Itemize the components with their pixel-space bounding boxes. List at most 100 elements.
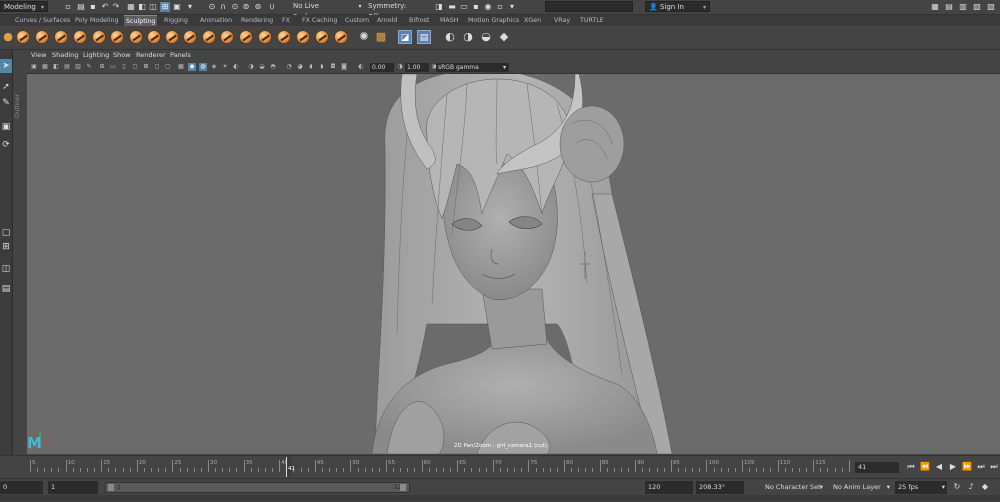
shadows-icon[interactable]: ◐ xyxy=(232,63,240,71)
view-2d-pan-zoom-icon[interactable]: ▥ xyxy=(74,63,82,71)
play-forward-icon[interactable]: ▶ xyxy=(948,462,958,472)
magnet-icon[interactable]: ∪ xyxy=(267,2,277,12)
tab-animation[interactable]: Animation xyxy=(200,15,232,26)
current-frame-field[interactable]: 41 xyxy=(855,462,899,473)
transfer-attributes-icon[interactable]: ▤ xyxy=(417,30,431,44)
textured-icon[interactable]: ◈ xyxy=(210,63,218,71)
loop-icon[interactable]: ↻ xyxy=(952,482,962,492)
four-view-layout-icon[interactable]: ⊞ xyxy=(0,240,12,254)
camera-attributes-icon[interactable]: ▦ xyxy=(41,63,49,71)
safe-title-icon[interactable]: ▢ xyxy=(164,63,172,71)
wireframe-on-shaded-icon[interactable]: ◍ xyxy=(199,63,207,71)
screen-space-ao-icon[interactable]: ◑ xyxy=(247,63,255,71)
snap-view-plane-icon[interactable]: ⊚ xyxy=(241,2,251,12)
render-view-icon[interactable]: ▫ xyxy=(495,2,505,12)
paint-select-tool-icon[interactable]: ✎ xyxy=(0,96,12,110)
current-frame-marker[interactable]: 41 xyxy=(286,457,295,477)
freeze-brush-icon[interactable] xyxy=(334,30,348,44)
save-scene-icon[interactable]: ▪ xyxy=(88,2,98,12)
snap-grid-icon[interactable]: ⊙ xyxy=(207,2,217,12)
live-surface-field[interactable]: No Live Surface xyxy=(290,1,345,21)
tab-sculpting[interactable]: Sculpting xyxy=(124,15,158,26)
tool-settings-icon[interactable]: ▥ xyxy=(958,2,968,12)
render-settings-icon[interactable]: ▪ xyxy=(471,2,481,12)
step-forward-key-icon[interactable]: ⏭ xyxy=(976,462,986,472)
go-to-start-icon[interactable]: ⏮ xyxy=(906,462,916,472)
pinch-brush-icon[interactable] xyxy=(92,30,106,44)
select-camera-icon[interactable]: ▣ xyxy=(30,63,38,71)
repeat-brush-icon[interactable] xyxy=(165,30,179,44)
tab-fx[interactable]: FX xyxy=(282,15,290,26)
new-scene-icon[interactable]: ▫ xyxy=(63,2,73,12)
depth-of-field-icon[interactable]: ◔ xyxy=(285,63,293,71)
film-gate-icon[interactable]: ▭ xyxy=(109,63,117,71)
smooth-shade-icon[interactable]: ◉ xyxy=(188,63,196,71)
shape-editor-icon[interactable]: ◆ xyxy=(497,30,511,44)
modeling-toolkit-icon[interactable]: ▦ xyxy=(930,2,940,12)
tab-motion-graphics[interactable]: Motion Graphics xyxy=(468,15,519,26)
scrape-brush-icon[interactable] xyxy=(220,30,234,44)
wax-brush-icon[interactable] xyxy=(202,30,216,44)
range-start-handle[interactable] xyxy=(108,484,114,491)
symmetry-chevron-icon[interactable]: ▾ xyxy=(355,2,365,12)
knife-brush-icon[interactable] xyxy=(258,30,272,44)
open-scene-icon[interactable]: ▤ xyxy=(76,2,86,12)
snap-curve-icon[interactable]: ∩ xyxy=(218,2,228,12)
construction-history-icon[interactable]: ◨ xyxy=(434,2,444,12)
menu-show[interactable]: Show xyxy=(113,51,131,59)
select-object-icon[interactable]: ◧ xyxy=(137,2,147,12)
outliner-layout-icon[interactable]: ▤ xyxy=(0,282,12,296)
outliner-strip[interactable]: Outliner xyxy=(13,50,26,455)
menu-lighting[interactable]: Lighting xyxy=(83,51,109,59)
tab-arnold[interactable]: Arnold xyxy=(377,15,397,26)
step-back-frame-icon[interactable]: ◀ xyxy=(934,462,944,472)
isolate-select-icon[interactable]: ◕ xyxy=(296,63,304,71)
rotate-tool-icon[interactable]: ⟳ xyxy=(0,138,12,152)
tab-vray[interactable]: VRay xyxy=(554,15,570,26)
convert-to-frozen-icon[interactable]: ▩ xyxy=(374,30,388,44)
lock-selection-icon[interactable]: ▾ xyxy=(185,2,195,12)
search-input[interactable] xyxy=(545,1,633,12)
blend-shape-icon[interactable]: ◒ xyxy=(479,30,493,44)
lasso-tool-icon[interactable]: ➚ xyxy=(0,80,12,94)
move-tool-icon[interactable]: ▣ xyxy=(0,120,12,134)
ipr-render-icon[interactable]: ▭ xyxy=(459,2,469,12)
shelf-settings-icon[interactable]: ● xyxy=(1,30,15,44)
image-plane-icon[interactable]: ▤ xyxy=(63,63,71,71)
tab-custom[interactable]: Custom xyxy=(345,15,369,26)
mesh-display-icon[interactable]: ◐ xyxy=(443,30,457,44)
snap-live-icon[interactable]: ⊛ xyxy=(253,2,263,12)
select-component-icon[interactable]: ◫ xyxy=(148,2,158,12)
tab-poly-modeling[interactable]: Poly Modeling xyxy=(75,15,119,26)
soft-select-icon[interactable]: ◑ xyxy=(461,30,475,44)
use-all-lights-icon[interactable]: ✶ xyxy=(221,63,229,71)
menu-shading[interactable]: Shading xyxy=(52,51,78,59)
attribute-editor-icon[interactable]: ▤ xyxy=(944,2,954,12)
relax-brush-icon[interactable] xyxy=(54,30,68,44)
gamma-icon[interactable]: ◑ xyxy=(396,63,404,71)
sign-in-dropdown[interactable]: 👤 Sign In ▾ xyxy=(645,1,710,12)
select-hierarchy-icon[interactable]: ▦ xyxy=(126,2,136,12)
tab-fx-caching[interactable]: FX Caching xyxy=(302,15,337,26)
snap-point-icon[interactable]: ⊙ xyxy=(230,2,240,12)
amplify-brush-icon[interactable] xyxy=(315,30,329,44)
step-forward-frame-icon[interactable]: ⏩ xyxy=(962,462,972,472)
tab-curves-surfaces[interactable]: Curves / Surfaces xyxy=(15,15,70,26)
motion-blur-icon[interactable]: ◒ xyxy=(258,63,266,71)
animation-start-field[interactable]: 0 xyxy=(0,481,43,494)
select-tool-icon[interactable]: ➤ xyxy=(0,59,12,73)
character-set-dropdown[interactable]: No Character Set ▾ xyxy=(762,481,825,494)
audio-icon[interactable]: ♪ xyxy=(966,482,976,492)
exposure-icon[interactable]: ◐ xyxy=(357,63,365,71)
redo-icon[interactable]: ↷ xyxy=(111,2,121,12)
animation-end-field[interactable]: 208.33° xyxy=(696,481,744,494)
tab-bifrost[interactable]: Bifrost xyxy=(409,15,429,26)
sculpt-settings-icon[interactable]: ✺ xyxy=(357,30,371,44)
single-perspective-layout-icon[interactable]: ▢ xyxy=(0,226,12,240)
tab-xgen[interactable]: XGen xyxy=(524,15,541,26)
smear-brush-icon[interactable] xyxy=(277,30,291,44)
go-to-end-icon[interactable]: ⏭ xyxy=(989,462,999,472)
step-back-key-icon[interactable]: ⏪ xyxy=(920,462,930,472)
sculpt-brush-icon[interactable] xyxy=(16,30,30,44)
grease-pencil-icon[interactable]: ✎ xyxy=(85,63,93,71)
